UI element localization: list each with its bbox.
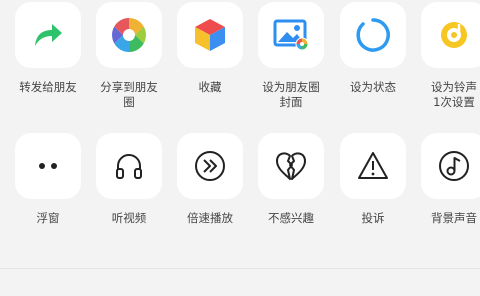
favorites-cube-icon: [192, 17, 228, 53]
set-status-button[interactable]: [340, 2, 406, 68]
listen-to-video-label: 听视频: [111, 211, 147, 225]
forward-arrow-icon: [31, 20, 65, 50]
set-ringtone-label: 设为铃声 1次设置: [431, 80, 477, 109]
set-ringtone-button[interactable]: [421, 2, 480, 68]
set-moments-cover-button[interactable]: [258, 2, 324, 68]
not-interested-label: 不感兴趣: [268, 211, 314, 225]
playback-speed-label: 倍速播放: [187, 211, 233, 225]
set-moments-cover-label: 设为朋友圈 封面: [262, 80, 320, 109]
forward-to-friend-label: 转发给朋友: [19, 80, 77, 94]
report-label: 投诉: [361, 211, 385, 225]
floating-window-button[interactable]: [15, 133, 81, 199]
playback-speed-button[interactable]: [177, 133, 243, 199]
background-audio-button[interactable]: [421, 133, 480, 199]
broken-heart-icon: [274, 150, 308, 182]
listen-to-video-button[interactable]: [96, 133, 162, 199]
moments-cover-image-icon: [272, 18, 310, 52]
music-note-icon: [437, 149, 471, 183]
background-audio-label: 背景声音: [431, 211, 477, 225]
favorites-label: 收藏: [198, 80, 222, 94]
divider: [0, 268, 480, 269]
ringtone-icon: [437, 18, 471, 52]
warning-triangle-icon: [356, 150, 390, 182]
report-button[interactable]: [340, 133, 406, 199]
set-status-label: 设为状态: [350, 80, 396, 94]
not-interested-button[interactable]: [258, 133, 324, 199]
floating-window-label: 浮窗: [36, 211, 60, 225]
share-to-moments-button[interactable]: [96, 2, 162, 68]
floating-window-icon: [33, 161, 63, 171]
favorites-button[interactable]: [177, 2, 243, 68]
share-to-moments-label: 分享到朋友 圈: [100, 80, 158, 109]
moments-aperture-icon: [110, 16, 148, 54]
status-ring-icon: [355, 17, 391, 53]
playback-speed-icon: [193, 149, 227, 183]
headphones-icon: [113, 150, 145, 182]
forward-to-friend-button[interactable]: [15, 2, 81, 68]
